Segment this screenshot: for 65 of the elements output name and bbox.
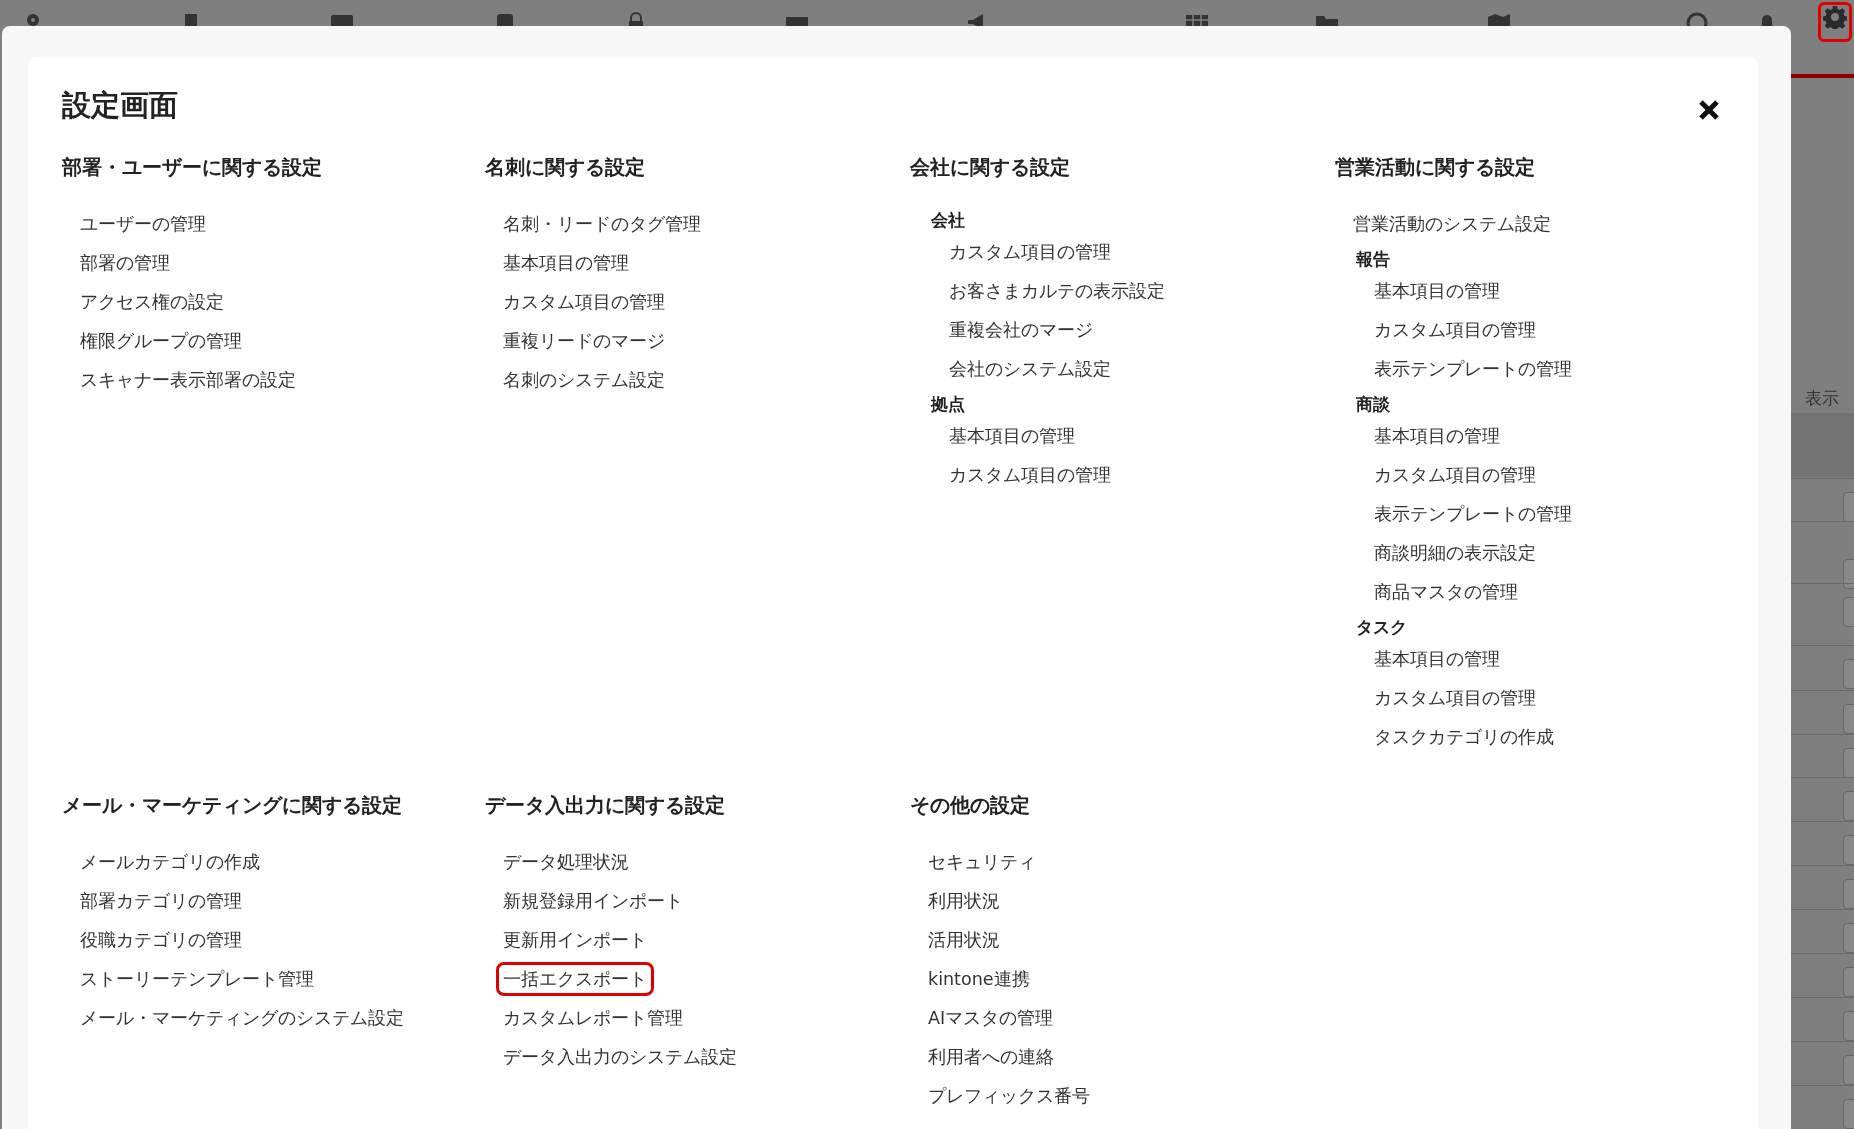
group-label: 商談 — [1356, 393, 1390, 416]
settings-link[interactable]: カスタム項目の管理 — [1367, 681, 1543, 715]
settings-link[interactable]: スキャナー表示部署の設定 — [73, 363, 303, 397]
settings-link[interactable]: 権限グループの管理 — [73, 324, 249, 358]
section-heading: 会社に関する設定 — [910, 154, 1071, 181]
settings-link[interactable]: セキュリティ — [921, 845, 1043, 879]
settings-link[interactable]: AIマスタの管理 — [921, 1001, 1061, 1035]
section-heading: メール・マーケティングに関する設定 — [62, 792, 403, 819]
settings-link[interactable]: カスタム項目の管理 — [942, 235, 1118, 269]
settings-link[interactable]: プレフィックス番号 — [921, 1079, 1097, 1113]
settings-link[interactable]: メールカテゴリの作成 — [73, 845, 267, 879]
settings-link[interactable]: 名刺のシステム設定 — [496, 363, 672, 397]
group-label: 会社 — [931, 209, 965, 232]
settings-link[interactable]: カスタム項目の管理 — [942, 458, 1118, 492]
page-text: 表示 — [1805, 388, 1839, 408]
settings-link[interactable]: 重複会社のマージ — [942, 313, 1100, 347]
section-heading: その他の設定 — [910, 792, 1031, 819]
settings-link[interactable]: 新規登録用インポート — [496, 884, 690, 918]
settings-link[interactable]: 部署カテゴリの管理 — [73, 884, 249, 918]
settings-link[interactable]: カスタム項目の管理 — [1367, 458, 1543, 492]
settings-link[interactable]: お客さまカルテの表示設定 — [942, 274, 1172, 308]
settings-link[interactable]: kintone連携 — [921, 962, 1037, 996]
settings-link[interactable]: 更新用インポート — [496, 923, 654, 957]
settings-link[interactable]: データ入出力のシステム設定 — [496, 1040, 744, 1074]
close-button[interactable] — [1698, 99, 1720, 121]
settings-link[interactable]: 利用状況 — [921, 884, 1007, 918]
section-heading: データ入出力に関する設定 — [485, 792, 726, 819]
settings-link[interactable]: 営業活動のシステム設定 — [1346, 207, 1558, 241]
settings-link[interactable]: 会社のシステム設定 — [942, 352, 1118, 386]
settings-link[interactable]: 基本項目の管理 — [1367, 274, 1507, 308]
settings-link[interactable]: 活用状況 — [921, 923, 1007, 957]
settings-link[interactable]: カスタム項目の管理 — [1367, 313, 1543, 347]
settings-link[interactable]: 一括エクスポート — [496, 962, 654, 996]
settings-link[interactable]: タスクカテゴリの作成 — [1367, 720, 1561, 754]
settings-link[interactable]: カスタムレポート管理 — [496, 1001, 690, 1035]
settings-button[interactable] — [1818, 2, 1852, 42]
group-label: 報告 — [1356, 248, 1390, 271]
settings-link[interactable]: 重複リードのマージ — [496, 324, 672, 358]
settings-link[interactable]: 基本項目の管理 — [496, 246, 636, 280]
settings-link[interactable]: 表示テンプレートの管理 — [1367, 352, 1579, 386]
settings-link[interactable]: 基本項目の管理 — [1367, 642, 1507, 676]
settings-link[interactable]: 役職カテゴリの管理 — [73, 923, 249, 957]
settings-link[interactable]: 商品マスタの管理 — [1367, 575, 1525, 609]
settings-link[interactable]: 利用者への連絡 — [921, 1040, 1061, 1074]
settings-link[interactable]: 基本項目の管理 — [942, 419, 1082, 453]
settings-link[interactable]: 基本項目の管理 — [1367, 419, 1507, 453]
settings-link[interactable]: メール・マーケティングのシステム設定 — [73, 1001, 411, 1035]
table-header — [1791, 413, 1854, 477]
settings-icon — [1823, 5, 1847, 29]
settings-link[interactable]: ユーザーの管理 — [73, 207, 213, 241]
settings-link[interactable]: カスタム項目の管理 — [496, 285, 672, 319]
section-heading: 部署・ユーザーに関する設定 — [62, 154, 323, 181]
settings-link[interactable]: 商談明細の表示設定 — [1367, 536, 1543, 570]
settings-link[interactable]: アクセス権の設定 — [73, 285, 231, 319]
group-label: タスク — [1356, 616, 1407, 639]
section-heading: 営業活動に関する設定 — [1335, 154, 1536, 181]
close-icon — [1698, 99, 1720, 121]
settings-link[interactable]: 名刺・リードのタグ管理 — [496, 207, 708, 241]
settings-link[interactable]: ストーリーテンプレート管理 — [73, 962, 321, 996]
dialog-title: 設定画面 — [62, 87, 178, 124]
settings-link[interactable]: 部署の管理 — [73, 246, 177, 280]
settings-link[interactable]: データ処理状況 — [496, 845, 636, 879]
section-heading: 名刺に関する設定 — [485, 154, 646, 181]
settings-link[interactable]: 表示テンプレートの管理 — [1367, 497, 1579, 531]
group-label: 拠点 — [931, 393, 965, 416]
